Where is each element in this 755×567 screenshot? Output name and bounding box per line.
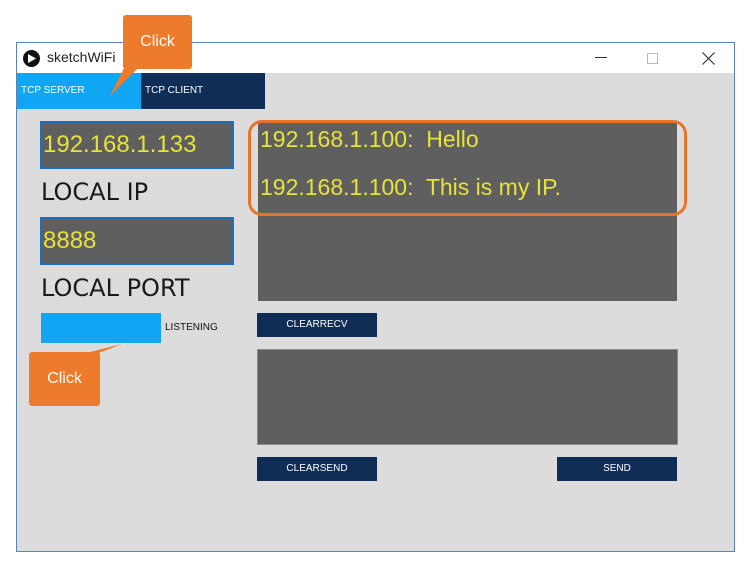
- clear-receive-button[interactable]: CLEARRECV: [257, 313, 377, 337]
- clear-send-button[interactable]: CLEARSEND: [257, 457, 377, 481]
- close-icon: [701, 51, 715, 65]
- send-button[interactable]: SEND: [557, 457, 677, 481]
- maximize-icon: [646, 52, 658, 64]
- listening-label: LISTENING: [165, 322, 218, 333]
- listening-toggle[interactable]: [41, 313, 161, 343]
- close-button[interactable]: [685, 43, 731, 73]
- app-window: sketchWiFi TCP SERVER TCP CLIENT 192.168…: [16, 42, 735, 552]
- minimize-button[interactable]: [578, 43, 624, 73]
- received-messages-highlight: [248, 120, 687, 216]
- click-callout-bottom: Click: [29, 352, 100, 406]
- click-callout-top: Click: [123, 15, 192, 69]
- send-text-area[interactable]: [257, 349, 678, 445]
- local-ip-field[interactable]: 192.168.1.133: [40, 121, 234, 169]
- maximize-button[interactable]: [629, 43, 675, 73]
- local-port-label: LOCAL PORT: [41, 274, 190, 302]
- play-icon: [23, 50, 40, 67]
- tab-tcp-client[interactable]: TCP CLIENT: [141, 73, 265, 109]
- minimize-icon: [595, 57, 607, 58]
- tab-tcp-server[interactable]: TCP SERVER: [17, 73, 141, 109]
- local-ip-label: LOCAL IP: [41, 178, 149, 206]
- local-port-field[interactable]: 8888: [40, 217, 234, 265]
- window-title: sketchWiFi: [47, 49, 116, 65]
